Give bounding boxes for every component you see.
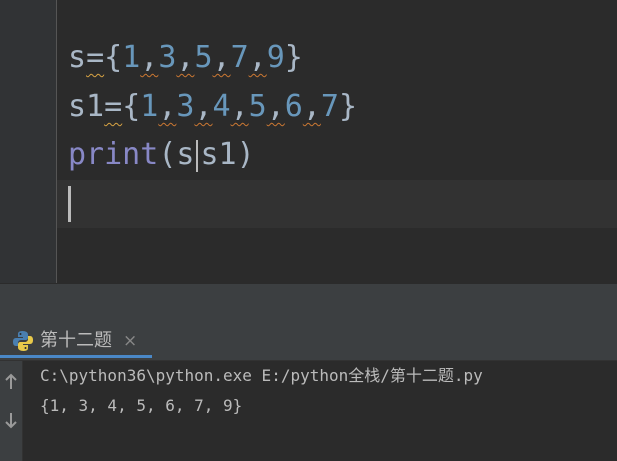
panel-separator[interactable] xyxy=(0,283,617,323)
current-line-highlight xyxy=(57,180,617,228)
set-number: 6 xyxy=(284,89,303,124)
code-line-1[interactable]: s={1,3,5,7,9} xyxy=(68,36,303,80)
comma: , xyxy=(140,40,159,75)
comma: , xyxy=(158,89,177,124)
run-sidebar xyxy=(0,361,23,461)
code-line-3[interactable]: print(s s1) xyxy=(68,133,255,177)
comma: , xyxy=(212,40,231,75)
comma: , xyxy=(302,89,321,124)
code-editor[interactable]: s={1,3,5,7,9} s1={1,3,4,5,6,7} print(s s1… xyxy=(0,0,617,283)
pipe-operator xyxy=(196,139,199,172)
argument: s1 xyxy=(200,137,237,172)
brace-open: { xyxy=(122,89,141,124)
paren-close: ) xyxy=(236,137,255,172)
comma: , xyxy=(266,89,285,124)
set-number: 9 xyxy=(266,40,285,75)
comma: , xyxy=(230,89,249,124)
python-icon xyxy=(13,331,33,351)
set-number: 7 xyxy=(230,40,249,75)
console-output[interactable]: C:\python36\python.exe E:/python全栈/第十二题.… xyxy=(23,361,617,461)
console-command-line: C:\python36\python.exe E:/python全栈/第十二题.… xyxy=(40,366,483,385)
paren-open: ( xyxy=(158,137,177,172)
variable-name: s xyxy=(68,40,87,75)
assign-operator: = xyxy=(86,40,105,75)
comma: , xyxy=(248,40,267,75)
line-gutter[interactable] xyxy=(0,0,56,283)
set-number: 7 xyxy=(320,89,339,124)
set-number: 3 xyxy=(158,40,177,75)
set-number: 5 xyxy=(194,40,213,75)
arrow-up-icon[interactable] xyxy=(3,373,19,391)
set-number: 5 xyxy=(248,89,267,124)
run-tab-label: 第十二题 xyxy=(40,330,112,351)
argument: s xyxy=(176,137,195,172)
set-number: 1 xyxy=(122,40,141,75)
comma: , xyxy=(176,40,195,75)
set-number: 3 xyxy=(176,89,195,124)
run-tab[interactable]: 第十二题 × xyxy=(0,322,152,358)
assign-operator: = xyxy=(104,89,123,124)
brace-close: } xyxy=(284,40,303,75)
arrow-down-icon[interactable] xyxy=(3,411,19,429)
code-line-2[interactable]: s1={1,3,4,5,6,7} xyxy=(68,85,357,129)
brace-close: } xyxy=(338,89,357,124)
text-cursor xyxy=(68,186,71,222)
brace-open: { xyxy=(104,40,123,75)
run-tool-header: 第十二题 × xyxy=(0,322,617,361)
close-icon[interactable]: × xyxy=(123,330,137,352)
console-result-line: {1, 3, 4, 5, 6, 7, 9} xyxy=(40,396,243,415)
gutter-divider xyxy=(56,0,57,283)
function-name: print xyxy=(68,137,159,172)
set-number: 1 xyxy=(140,89,159,124)
comma: , xyxy=(194,89,213,124)
variable-name: s1 xyxy=(68,89,105,124)
set-number: 4 xyxy=(212,89,231,124)
